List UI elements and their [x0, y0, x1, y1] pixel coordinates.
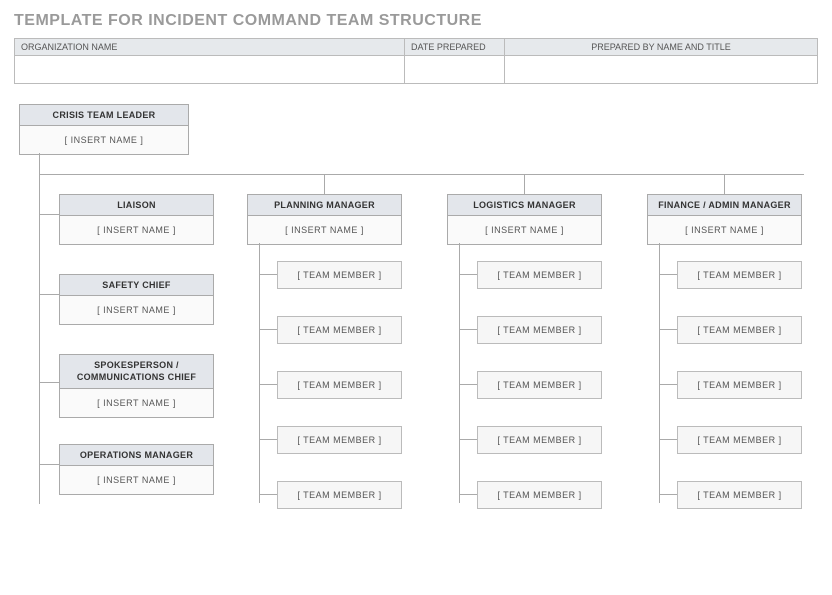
finance-member-1[interactable]: [ TEAM MEMBER ]: [677, 316, 802, 344]
logistics-member-2[interactable]: [ TEAM MEMBER ]: [477, 371, 602, 399]
planning-member-0[interactable]: [ TEAM MEMBER ]: [277, 261, 402, 289]
prepared-by-header: PREPARED BY NAME AND TITLE: [505, 39, 818, 56]
operations-manager-box: OPERATIONS MANAGER [ INSERT NAME ]: [59, 444, 214, 495]
staff-title-2: SPOKESPERSON / COMMUNICATIONS CHIEF: [60, 355, 213, 389]
page-title: TEMPLATE FOR INCIDENT COMMAND TEAM STRUC…: [14, 12, 818, 30]
section-title-1: LOGISTICS MANAGER: [448, 195, 601, 216]
spokesperson-box: SPOKESPERSON / COMMUNICATIONS CHIEF [ IN…: [59, 354, 214, 418]
section-title-2: FINANCE / ADMIN MANAGER: [648, 195, 801, 216]
safety-chief-box: SAFETY CHIEF [ INSERT NAME ]: [59, 274, 214, 325]
finance-admin-manager-box: FINANCE / ADMIN MANAGER [ INSERT NAME ]: [647, 194, 802, 245]
staff-name-0[interactable]: [ INSERT NAME ]: [60, 216, 213, 244]
finance-member-4[interactable]: [ TEAM MEMBER ]: [677, 481, 802, 509]
section-title-0: PLANNING MANAGER: [248, 195, 401, 216]
logistics-member-0[interactable]: [ TEAM MEMBER ]: [477, 261, 602, 289]
header-table: ORGANIZATION NAME DATE PREPARED PREPARED…: [14, 38, 818, 84]
staff-title-1: SAFETY CHIEF: [60, 275, 213, 296]
section-name-1[interactable]: [ INSERT NAME ]: [448, 216, 601, 244]
date-prepared-header: DATE PREPARED: [405, 39, 505, 56]
planning-manager-box: PLANNING MANAGER [ INSERT NAME ]: [247, 194, 402, 245]
logistics-member-4[interactable]: [ TEAM MEMBER ]: [477, 481, 602, 509]
org-chart: CRISIS TEAM LEADER [ INSERT NAME ] LIAIS…: [14, 104, 818, 574]
planning-member-4[interactable]: [ TEAM MEMBER ]: [277, 481, 402, 509]
leader-title: CRISIS TEAM LEADER: [20, 105, 188, 126]
liaison-box: LIAISON [ INSERT NAME ]: [59, 194, 214, 245]
staff-title-0: LIAISON: [60, 195, 213, 216]
staff-name-2[interactable]: [ INSERT NAME ]: [60, 389, 213, 417]
org-name-value[interactable]: [15, 56, 405, 84]
leader-name[interactable]: [ INSERT NAME ]: [20, 126, 188, 154]
finance-member-2[interactable]: [ TEAM MEMBER ]: [677, 371, 802, 399]
logistics-member-3[interactable]: [ TEAM MEMBER ]: [477, 426, 602, 454]
crisis-team-leader-box: CRISIS TEAM LEADER [ INSERT NAME ]: [19, 104, 189, 155]
finance-member-3[interactable]: [ TEAM MEMBER ]: [677, 426, 802, 454]
prepared-by-value[interactable]: [505, 56, 818, 84]
section-name-2[interactable]: [ INSERT NAME ]: [648, 216, 801, 244]
planning-member-2[interactable]: [ TEAM MEMBER ]: [277, 371, 402, 399]
logistics-manager-box: LOGISTICS MANAGER [ INSERT NAME ]: [447, 194, 602, 245]
planning-member-1[interactable]: [ TEAM MEMBER ]: [277, 316, 402, 344]
staff-title-3: OPERATIONS MANAGER: [60, 445, 213, 466]
staff-name-3[interactable]: [ INSERT NAME ]: [60, 466, 213, 494]
section-name-0[interactable]: [ INSERT NAME ]: [248, 216, 401, 244]
finance-member-0[interactable]: [ TEAM MEMBER ]: [677, 261, 802, 289]
org-name-header: ORGANIZATION NAME: [15, 39, 405, 56]
planning-member-3[interactable]: [ TEAM MEMBER ]: [277, 426, 402, 454]
staff-name-1[interactable]: [ INSERT NAME ]: [60, 296, 213, 324]
logistics-member-1[interactable]: [ TEAM MEMBER ]: [477, 316, 602, 344]
date-prepared-value[interactable]: [405, 56, 505, 84]
